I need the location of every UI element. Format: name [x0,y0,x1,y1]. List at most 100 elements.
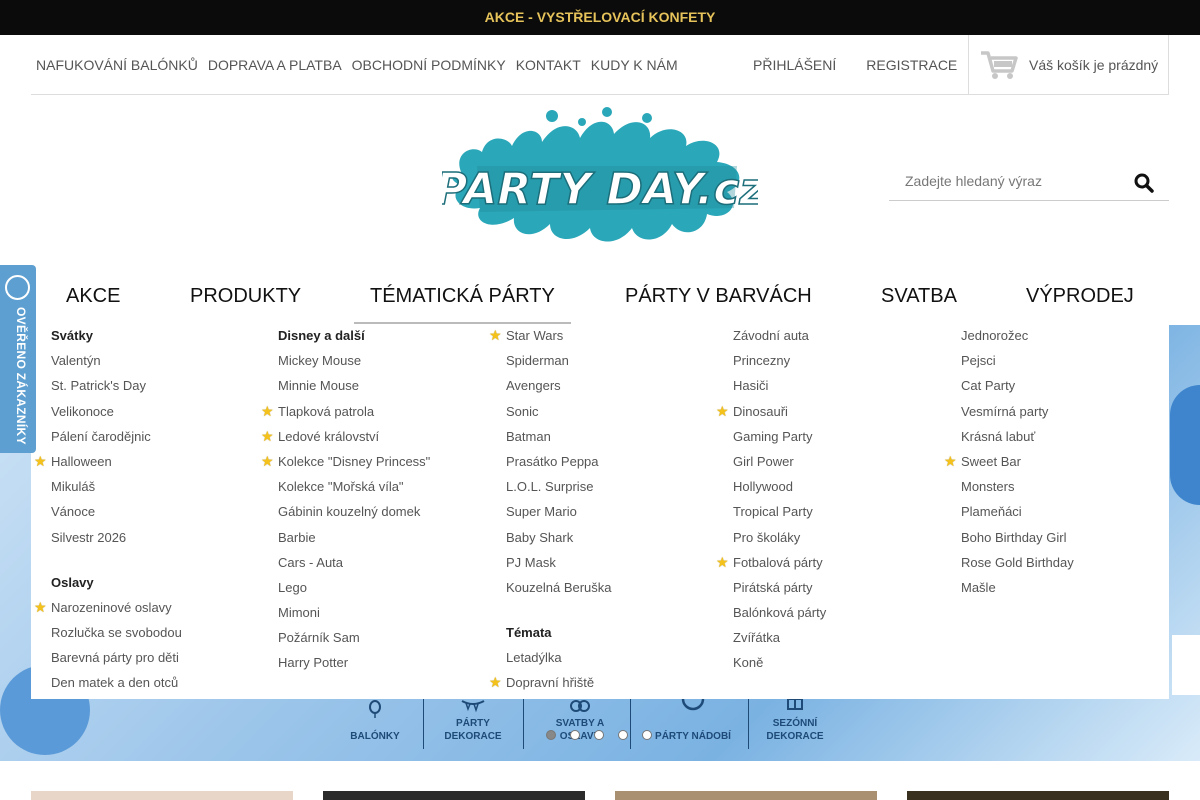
menu-item-featured[interactable]: ★ Tlapková patrola [261,404,430,430]
menu-item-featured[interactable]: ★ Star Wars [489,328,612,354]
menu-item[interactable]: Super Mario [506,505,612,530]
menu-item[interactable]: Mikuláš [51,480,182,505]
partyday-logo[interactable]: PARTY DAY.cz [442,104,758,250]
menu-item[interactable]: Kolekce "Mořská víla" [278,480,430,505]
menu-item[interactable]: Vesmírná party [961,404,1074,430]
menu-item[interactable]: Girl Power [733,454,826,480]
menu-item[interactable]: Prasátko Peppa [506,454,612,480]
menu-item[interactable]: Batman [506,429,612,455]
verified-customers-badge[interactable]: OVĚŘENO ZÁKAZNÍKY [0,265,36,453]
menu-item[interactable]: Rose Gold Birthday [961,555,1074,581]
slider-dot[interactable] [594,730,604,740]
menu-item[interactable]: Mimoni [278,606,430,631]
banner-category-balloons[interactable]: BALÓNKY [330,699,420,761]
menu-item-featured[interactable]: ★ Halloween [34,454,182,480]
thumbnail-4[interactable] [907,791,1169,800]
slider-dot[interactable] [570,730,580,740]
menu-item[interactable]: Monsters [961,480,1074,505]
menu-svatba[interactable]: SVATBA [881,285,957,308]
banner-category-party-decor[interactable]: PÁRTY DEKORACE [428,699,518,761]
menu-item[interactable]: Tropical Party [733,505,826,530]
menu-item[interactable]: Mickey Mouse [278,354,430,379]
register-link[interactable]: REGISTRACE [866,57,957,73]
menu-item[interactable]: Kouzelná Beruška [506,580,612,606]
cart-button[interactable]: Váš košík je prázdný [968,35,1169,95]
menu-akce[interactable]: AKCE [66,285,120,308]
menu-item[interactable]: Pejsci [961,354,1074,379]
nav-link-terms[interactable]: OBCHODNÍ PODMÍNKY [352,57,506,73]
menu-item[interactable]: Hollywood [733,480,826,505]
slider-dot[interactable] [642,730,652,740]
menu-item[interactable]: Krásná labuť [961,429,1074,455]
menu-item[interactable]: Rozlučka se svobodou [51,626,182,651]
menu-item[interactable]: Koně [733,656,826,681]
menu-produkty[interactable]: PRODUKTY [190,285,301,308]
menu-item[interactable]: Pro školáky [733,530,826,556]
thumbnail-2[interactable] [323,791,585,800]
menu-item[interactable]: Avengers [506,379,612,404]
nav-link-balloon-inflating[interactable]: NAFUKOVÁNÍ BALÓNKŮ [36,57,198,73]
menu-item[interactable]: St. Patrick's Day [51,379,182,404]
search-input[interactable] [889,162,1124,200]
menu-item[interactable]: Mašle [961,580,1074,606]
menu-item[interactable]: Plameňáci [961,505,1074,530]
menu-item-featured[interactable]: ★ Sweet Bar [944,454,1074,480]
menu-item[interactable]: Velikonoce [51,404,182,430]
category-heading[interactable]: Oslavy [51,575,182,601]
nav-link-contact[interactable]: KONTAKT [516,57,581,73]
menu-item[interactable]: Pirátská párty [733,580,826,606]
promo-bar[interactable]: AKCE - VYSTŘELOVACÍ KONFETY [0,0,1200,35]
menu-item-featured[interactable]: ★ Dopravní hřiště [489,675,612,701]
menu-item[interactable]: PJ Mask [506,555,612,581]
menu-item[interactable]: Zvířátka [733,631,826,656]
menu-party-colors[interactable]: PÁRTY V BARVÁCH [625,285,812,308]
menu-item[interactable]: Cars - Auta [278,555,430,581]
menu-item-featured[interactable]: ★ Narozeninové oslavy [34,600,182,626]
menu-item[interactable]: Den matek a den otců [51,676,182,701]
slider-dot[interactable] [618,730,628,740]
menu-item[interactable]: Cat Party [961,379,1074,404]
nav-link-shipping-payment[interactable]: DOPRAVA A PLATBA [208,57,342,73]
menu-item[interactable]: Sonic [506,404,612,430]
menu-item[interactable]: Balónková párty [733,606,826,631]
menu-item[interactable]: Spiderman [506,354,612,379]
menu-item[interactable]: Barbie [278,530,430,556]
category-heading[interactable]: Témata [506,626,612,651]
login-link[interactable]: PŘIHLÁŠENÍ [753,57,836,73]
menu-item[interactable]: Baby Shark [506,530,612,556]
menu-item[interactable]: Princezny [733,354,826,379]
menu-item[interactable]: Silvestr 2026 [51,530,182,556]
promo-text[interactable]: AKCE - VYSTŘELOVACÍ KONFETY [485,9,716,25]
menu-item[interactable]: Harry Potter [278,656,430,681]
menu-item[interactable]: Jednorožec [961,328,1074,354]
category-heading[interactable]: Svátky [51,328,182,354]
thumbnail-1[interactable] [31,791,293,800]
thumbnail-3[interactable] [615,791,877,800]
menu-item[interactable]: Požárník Sam [278,631,430,656]
menu-item-featured[interactable]: ★ Ledové království [261,429,430,455]
menu-item[interactable]: Gaming Party [733,429,826,455]
slider-dot[interactable] [546,730,556,740]
banner-category-seasonal[interactable]: SEZÓNNÍ DEKORACE [750,698,840,761]
category-heading[interactable]: Disney a další [278,328,430,354]
search-icon[interactable] [1133,172,1155,194]
menu-item[interactable]: Gábinin kouzelný domek [278,505,430,530]
menu-item[interactable]: Pálení čarodějnic [51,429,182,455]
menu-vyprodej[interactable]: VÝPRODEJ [1026,285,1134,308]
menu-item[interactable]: Hasiči [733,379,826,404]
menu-item-featured[interactable]: ★ Kolekce "Disney Princess" [261,454,430,480]
menu-item[interactable]: Barevná párty pro děti [51,651,182,676]
svg-text:PARTY DAY.cz: PARTY DAY.cz [442,164,758,215]
menu-item[interactable]: Letadýlka [506,651,612,676]
menu-item[interactable]: Minnie Mouse [278,379,430,404]
menu-item[interactable]: Valentýn [51,354,182,379]
menu-item-featured[interactable]: ★ Dinosauři [716,404,826,430]
nav-link-directions[interactable]: KUDY K NÁM [591,57,678,73]
menu-thematic-party[interactable]: TÉMATICKÁ PÁRTY [370,285,555,308]
menu-item[interactable]: Vánoce [51,505,182,530]
menu-item[interactable]: Boho Birthday Girl [961,530,1074,556]
menu-item[interactable]: Závodní auta [733,328,826,354]
menu-item[interactable]: L.O.L. Surprise [506,480,612,505]
menu-item[interactable]: Lego [278,580,430,606]
menu-item-featured[interactable]: ★ Fotbalová párty [716,555,826,581]
